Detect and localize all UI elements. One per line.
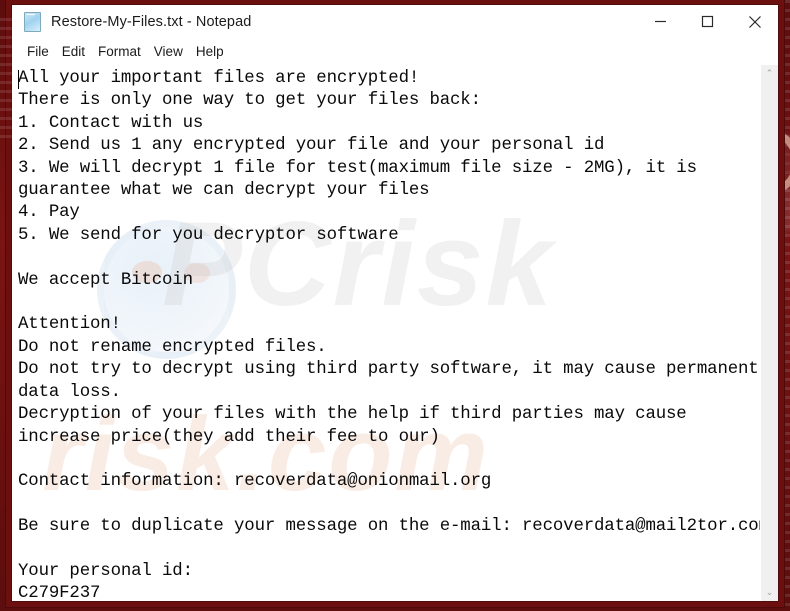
ransom-note-text[interactable]: All your important files are encrypted! …: [12, 65, 760, 601]
minimize-icon: [655, 20, 666, 23]
menu-item-format[interactable]: Format: [92, 42, 148, 61]
text-canvas[interactable]: PCrisk risk.com All your important files…: [12, 65, 760, 601]
vertical-scrollbar[interactable]: ⌃ ⌄: [760, 65, 778, 601]
title-bar[interactable]: Restore-My-Files.txt - Notepad: [12, 5, 778, 39]
scroll-down-arrow-icon[interactable]: ⌄: [761, 584, 778, 601]
menu-item-file[interactable]: File: [21, 42, 56, 61]
window-controls: [637, 5, 778, 38]
maximize-icon: [701, 15, 714, 28]
menu-item-help[interactable]: Help: [190, 42, 231, 61]
menu-bar: File Edit Format View Help: [12, 39, 778, 64]
maximize-button[interactable]: [684, 5, 731, 38]
desktop-wallpaper: Restore-My-Files.txt - Notepad File Edit…: [0, 0, 790, 611]
minimize-button[interactable]: [637, 5, 684, 38]
close-icon: [748, 15, 761, 28]
editor-area: PCrisk risk.com All your important files…: [12, 64, 778, 601]
menu-item-view[interactable]: View: [148, 42, 190, 61]
text-caret: [18, 70, 19, 89]
menu-item-edit[interactable]: Edit: [56, 42, 92, 61]
notepad-window: Restore-My-Files.txt - Notepad File Edit…: [12, 5, 778, 601]
scroll-up-arrow-icon[interactable]: ⌃: [761, 65, 778, 82]
window-title: Restore-My-Files.txt - Notepad: [51, 13, 252, 30]
notepad-document-icon: [23, 12, 42, 32]
close-button[interactable]: [731, 5, 778, 38]
vertical-scrollbar-track[interactable]: [761, 82, 778, 584]
